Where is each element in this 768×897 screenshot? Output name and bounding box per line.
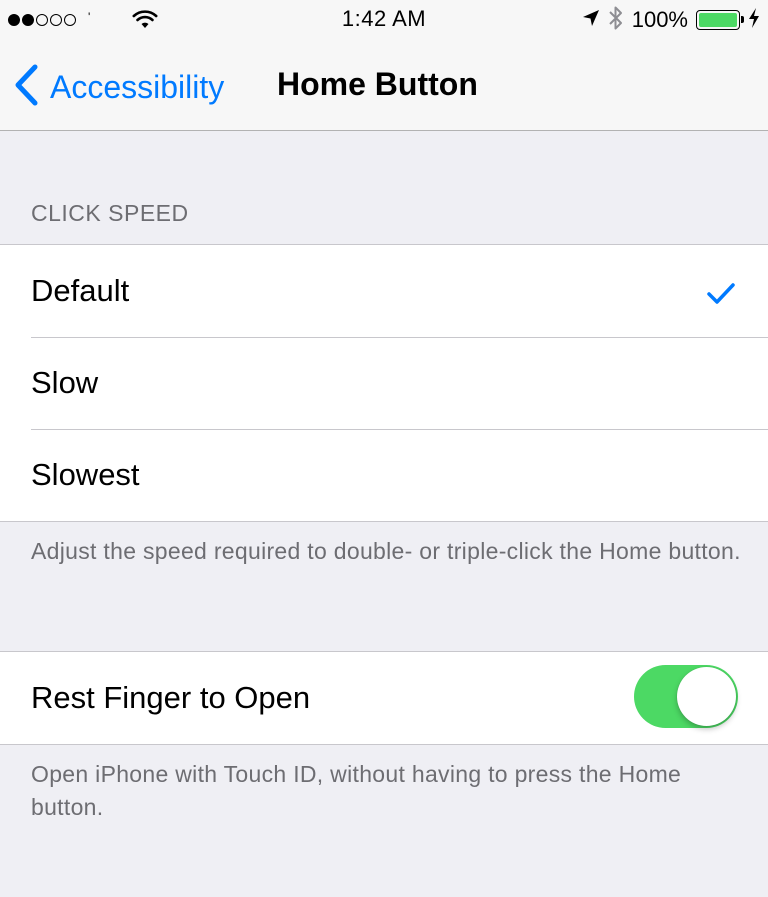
click-speed-header: CLICK SPEED	[31, 200, 189, 226]
back-button-label: Accessibility	[50, 69, 225, 105]
chevron-left-icon	[14, 64, 38, 111]
option-label: Default	[31, 273, 130, 308]
rest-finger-toggle[interactable]	[634, 665, 738, 728]
bluetooth-icon	[608, 5, 624, 36]
battery-cap	[741, 16, 744, 23]
rest-finger-label: Rest Finger to Open	[31, 680, 311, 715]
settings-screen: ' 1:42 AM 100% Accessibility Home Button…	[0, 0, 768, 897]
toggle-knob	[677, 667, 736, 726]
option-label: Slow	[31, 365, 99, 400]
rest-finger-footer: Open iPhone with Touch ID, without havin…	[31, 761, 682, 820]
top-bar: ' 1:42 AM 100% Accessibility Home Button	[0, 0, 768, 131]
back-button[interactable]: Accessibility	[14, 64, 224, 111]
click-speed-group: Default Slow Slowest	[0, 244, 768, 522]
option-label: Slowest	[31, 457, 140, 492]
click-speed-option-default[interactable]: Default	[0, 245, 768, 337]
rest-finger-group: Rest Finger to Open	[0, 651, 768, 745]
rest-finger-row: Rest Finger to Open	[0, 652, 768, 744]
battery-icon	[696, 10, 744, 30]
status-bar: ' 1:42 AM 100%	[0, 0, 768, 40]
status-right: 100%	[582, 6, 760, 34]
page-title: Home Button	[277, 66, 478, 102]
location-arrow-icon	[582, 9, 600, 32]
click-speed-option-slowest[interactable]: Slowest	[0, 429, 768, 521]
checkmark-icon	[707, 277, 735, 313]
click-speed-option-slow[interactable]: Slow	[0, 337, 768, 429]
battery-level-fill	[699, 13, 737, 27]
navigation-bar: Accessibility Home Button	[0, 40, 768, 130]
click-speed-footer: Adjust the speed required to double- or …	[31, 538, 741, 564]
battery-percent: 100%	[631, 7, 688, 32]
charging-bolt-icon	[748, 7, 760, 34]
